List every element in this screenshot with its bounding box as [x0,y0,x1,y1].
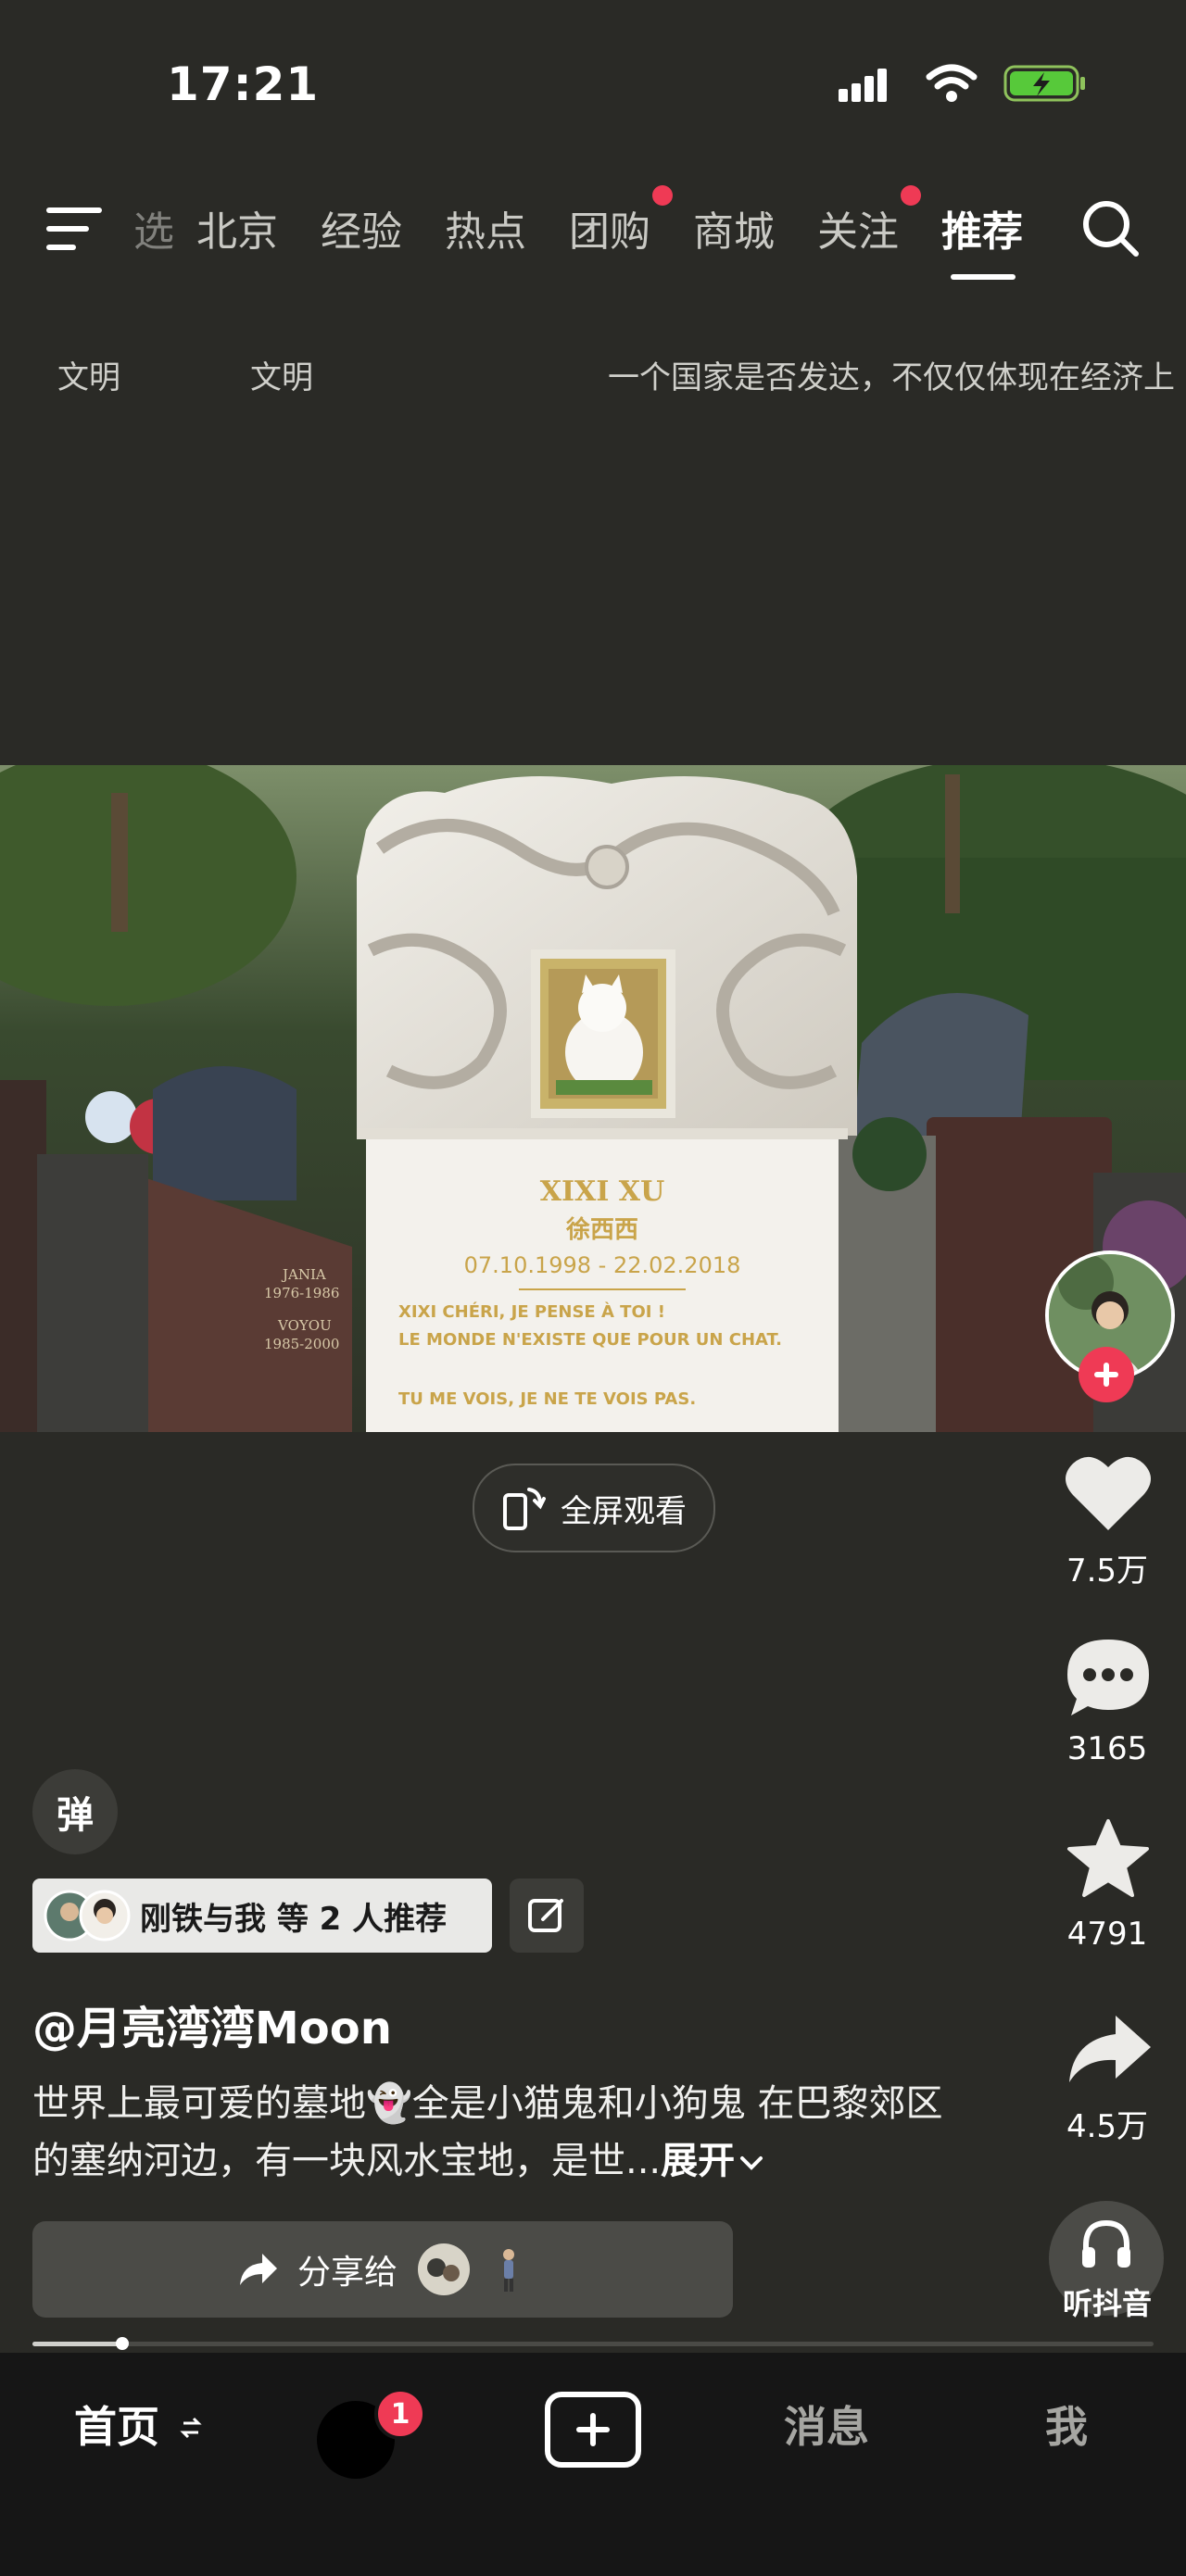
menu-icon[interactable] [46,206,104,252]
video-player[interactable]: XIXI XU 徐西西 07.10.1998 - 22.02.2018 XIXI… [0,765,1186,1432]
share-to-bar[interactable]: 分享给 [32,2221,733,2318]
progress-fill [32,2342,122,2346]
left-stone-text: VOYOU [277,1317,332,1334]
tab-group-buy[interactable]: 团购 [569,198,650,258]
tomb-name-cn: 徐西西 [565,1215,638,1244]
recommended-by-chip[interactable]: 刚铁与我 等 2 人推荐 [32,1879,492,1953]
left-stone-text: 1985-2000 [264,1336,339,1352]
status-time: 17:21 [167,57,320,111]
comment-icon[interactable] [1064,1636,1153,1719]
nav-notification-badge: 1 [374,2388,426,2440]
rotate-screen-icon [503,1488,546,1530]
expand-label: 展开 [661,2140,736,2182]
tab-beijing[interactable]: 北京 [196,198,278,258]
group-buy-notification-dot [652,185,673,206]
edit-recommend-button[interactable] [510,1879,584,1953]
wifi-icon [926,64,978,102]
danmaku-comment: 一个国家是否发达，不仅仅体现在经济上 [608,359,1175,396]
author-name[interactable]: @月亮湾湾Moon [32,1992,392,2056]
search-icon[interactable] [1080,198,1142,259]
recommended-by-text: 刚铁与我 等 2 人推荐 [140,1900,448,1938]
playback-progress-bar[interactable] [32,2337,1154,2350]
favorite-star-icon[interactable] [1066,1817,1151,1901]
fullscreen-label: 全屏观看 [561,1492,687,1530]
follow-plus-button[interactable] [1079,1347,1134,1402]
share-target-avatar[interactable] [490,2242,527,2297]
left-stone-text: 1976-1986 [264,1285,339,1301]
video-frame: XIXI XU 徐西西 07.10.1998 - 22.02.2018 XIXI… [0,765,1186,1432]
left-stone-text: JANIA [281,1266,326,1283]
like-heart-icon[interactable] [1064,1452,1153,1534]
nav-home-label: 首页 [74,2402,159,2452]
share-arrow-icon[interactable] [1066,2012,1153,2086]
expand-link[interactable]: 展开 [661,2140,764,2182]
plus-icon [576,2413,610,2446]
tomb-epitaph: TU ME VOIS, JE NE TE VOIS PAS. [398,1389,696,1409]
cellular-signal-icon [839,69,887,102]
top-tab-bar: 选 北京 经验 热点 团购 商城 关注 推荐 [0,185,1186,280]
edit-icon [528,1899,563,1932]
share-arrow-icon [239,2254,277,2285]
danmaku-comment: 文明 [57,359,120,396]
active-tab-indicator [951,274,1016,280]
description-text: 世界上最可爱的墓地👻全是小猫鬼和小狗鬼 在巴黎郊区的塞纳河边，有一块风水宝地，是… [32,2082,943,2182]
tab-hot[interactable]: 热点 [445,198,526,258]
bottom-nav: 首页 1 消息 我 [0,2353,1186,2576]
nav-messages[interactable]: 消息 [784,2394,869,2455]
plus-icon [1094,1363,1118,1387]
tab-recommended[interactable]: 推荐 [941,198,1023,258]
like-count: 7.5万 [1066,1552,1149,1590]
battery-charging-icon [1003,65,1085,102]
tab-following[interactable]: 关注 [817,198,899,258]
listen-label: 听抖音 [1062,2286,1152,2321]
swap-arrows-icon [180,2417,202,2439]
tab-partial[interactable]: 选 [133,198,174,258]
headphones-icon [1082,2219,1130,2268]
comment-count: 3165 [1066,1730,1148,1767]
share-count: 4.5万 [1066,2108,1149,2145]
tomb-epitaph: LE MONDE N'EXISTE QUE POUR UN CHAT. [398,1330,782,1350]
tab-experience[interactable]: 经验 [321,198,402,258]
tab-mall[interactable]: 商城 [693,198,775,258]
video-description[interactable]: 世界上最可爱的墓地👻全是小猫鬼和小狗鬼 在巴黎郊区的塞纳河边，有一块风水宝地，是… [32,2075,959,2190]
following-notification-dot [901,185,921,206]
share-target-avatar[interactable] [416,2242,472,2297]
tomb-name-latin: XIXI XU [540,1175,665,1208]
status-icons [839,63,1087,104]
share-to-label: 分享给 [296,2254,397,2292]
nav-me[interactable]: 我 [1045,2394,1088,2455]
danmaku-toggle-button[interactable]: 弹 [32,1769,118,1854]
recommender-avatars [44,1890,131,1941]
danmaku-comment: 文明 [250,359,313,396]
tomb-epitaph: XIXI CHÉRI, JE PENSE À TOI ! [398,1301,665,1322]
progress-knob[interactable] [115,2337,129,2350]
favorite-count: 4791 [1066,1916,1148,1953]
nav-home[interactable]: 首页 [74,2394,202,2455]
fullscreen-button[interactable]: 全屏观看 [473,1464,715,1552]
tomb-dates: 07.10.1998 - 22.02.2018 [464,1252,741,1278]
create-post-button[interactable] [545,2392,641,2468]
chevron-down-icon [740,2156,763,2170]
